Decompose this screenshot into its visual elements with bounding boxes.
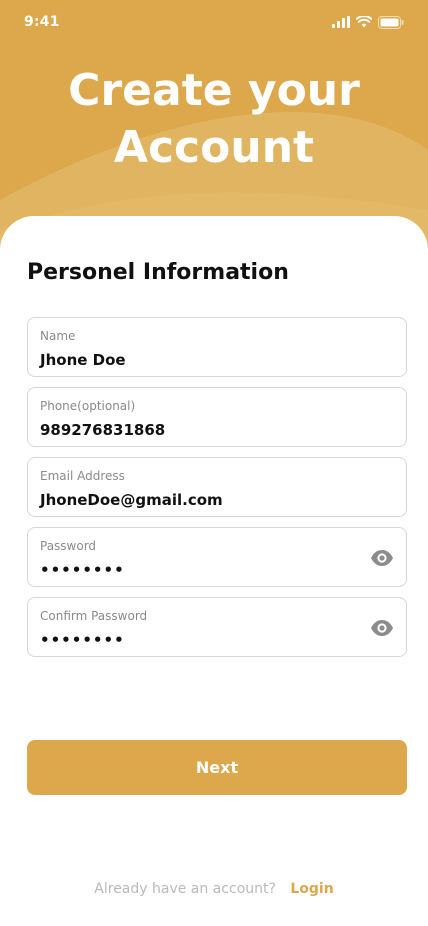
email-field[interactable]: Email Address JhoneDoe@gmail.com	[27, 457, 407, 517]
login-prompt-text: Already have an account?	[94, 881, 276, 897]
page-title: Create your Account	[0, 62, 428, 176]
confirm-password-field[interactable]: Confirm Password ••••••••	[27, 597, 407, 657]
section-title: Personel Information	[27, 260, 289, 285]
email-input[interactable]: JhoneDoe@gmail.com	[40, 490, 340, 510]
password-input[interactable]: ••••••••	[40, 560, 340, 580]
signal-icon	[332, 16, 350, 28]
name-field[interactable]: Name Jhone Doe	[27, 317, 407, 377]
password-label: Password	[40, 539, 97, 553]
show-confirm-password-eye-icon[interactable]	[370, 617, 394, 639]
login-prompt: Already have an account? Login	[0, 881, 428, 897]
name-input[interactable]: Jhone Doe	[40, 350, 340, 370]
confirm-password-label: Confirm Password	[40, 609, 148, 623]
status-bar: 9:41	[0, 0, 428, 44]
next-button[interactable]: Next	[27, 740, 407, 795]
form-card: Personel Information Name Jhone Doe Phon…	[0, 216, 428, 926]
show-password-eye-icon[interactable]	[370, 547, 394, 569]
status-time: 9:41	[24, 14, 60, 30]
password-field[interactable]: Password ••••••••	[27, 527, 407, 587]
phone-input[interactable]: 989276831868	[40, 420, 340, 440]
phone-label: Phone(optional)	[40, 399, 136, 413]
wifi-icon	[356, 16, 372, 28]
status-icons	[332, 15, 404, 29]
phone-field[interactable]: Phone(optional) 989276831868	[27, 387, 407, 447]
page-title-line-2: Account	[113, 122, 315, 173]
confirm-password-input[interactable]: ••••••••	[40, 630, 340, 650]
page-title-line-1: Create your	[68, 65, 360, 116]
name-label: Name	[40, 329, 76, 343]
email-label: Email Address	[40, 469, 125, 483]
login-link[interactable]: Login	[290, 881, 333, 897]
battery-icon	[378, 15, 404, 29]
